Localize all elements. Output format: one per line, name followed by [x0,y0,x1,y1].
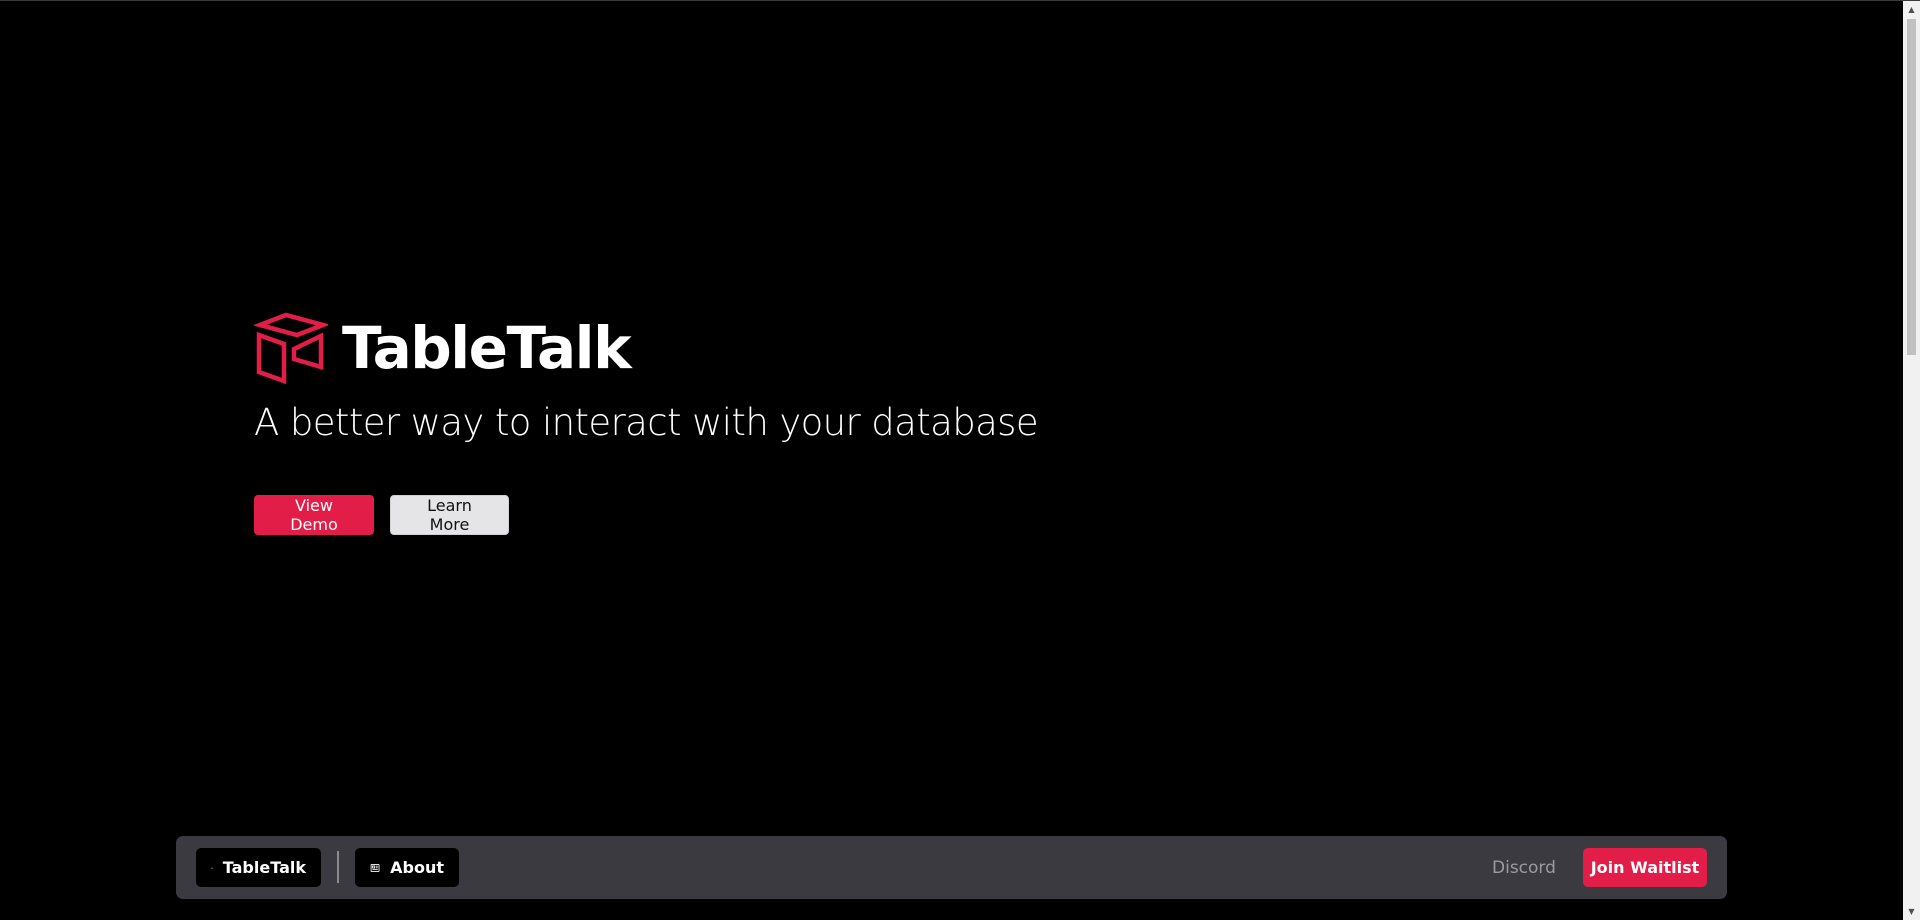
discord-link[interactable]: Discord [1492,848,1556,887]
bottom-navbar: TableTalk About Discord Join Waitlist [176,836,1727,899]
home-icon [211,866,213,869]
nav-about-label: About [390,858,444,877]
nav-home-link[interactable]: TableTalk [196,848,321,887]
open-box-icon [254,312,328,384]
scrollbar-thumb[interactable] [1907,19,1916,355]
newspaper-icon [370,863,380,872]
nav-about-link[interactable]: About [355,848,459,887]
brand-lockup: TableTalk [254,312,1038,384]
vertical-scrollbar[interactable]: ▲ ▼ [1903,1,1920,920]
nav-home-label: TableTalk [222,858,306,877]
hero-tagline: A better way to interact with your datab… [254,401,1039,444]
scroll-down-arrow-icon[interactable]: ▼ [1903,903,1920,920]
join-waitlist-button[interactable]: Join Waitlist [1583,848,1707,887]
brand-name: TableTalk [342,314,632,382]
nav-divider [337,851,339,883]
hero-section: TableTalk A better way to interact with … [254,312,1039,535]
window-top-border [0,0,1920,1]
view-demo-button[interactable]: View Demo [254,495,374,535]
hero-actions: View Demo Learn More [254,495,1038,535]
scroll-up-arrow-icon[interactable]: ▲ [1903,1,1920,18]
learn-more-button[interactable]: Learn More [390,495,509,535]
page: TableTalk A better way to interact with … [0,0,1920,920]
